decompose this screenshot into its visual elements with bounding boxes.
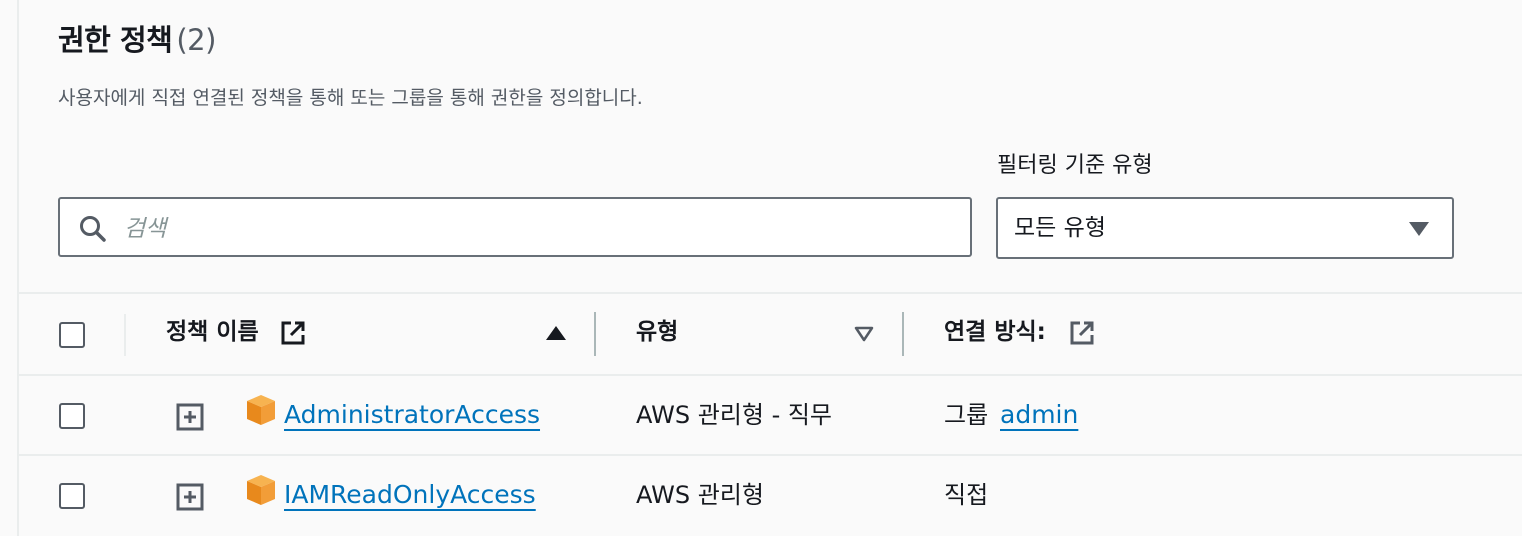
column-header-attached-via: 연결 방식: — [944, 319, 1046, 345]
policy-name-link[interactable]: AdministratorAccess — [284, 398, 540, 432]
search-icon — [80, 216, 106, 242]
policy-count: (2) — [176, 23, 216, 57]
sort-ascending-icon[interactable] — [545, 325, 567, 341]
column-divider[interactable] — [902, 312, 904, 356]
expand-plus-icon[interactable] — [176, 483, 204, 511]
column-divider[interactable] — [594, 312, 596, 356]
aws-managed-policy-icon — [247, 395, 275, 425]
expand-plus-icon[interactable] — [176, 403, 204, 431]
filter-type-select[interactable]: 모든 유형 — [996, 197, 1454, 259]
select-all-checkbox[interactable] — [59, 322, 85, 348]
row-checkbox[interactable] — [59, 483, 85, 509]
table-row: IAMReadOnlyAccess AWS 관리형 직접 — [19, 456, 1522, 534]
attached-via-prefix: 직접 — [944, 481, 989, 509]
section-header: 권한 정책 (2) — [58, 20, 216, 60]
attached-via-prefix: 그룹 — [944, 401, 989, 429]
policy-type: AWS 관리형 - 직무 — [636, 401, 833, 429]
caret-down-icon — [1409, 222, 1429, 236]
search-input[interactable] — [122, 209, 946, 249]
external-link-icon[interactable] — [1068, 319, 1096, 347]
policy-type: AWS 관리형 — [636, 481, 764, 509]
permissions-policies-panel: 권한 정책 (2) 사용자에게 직접 연결된 정책을 통해 또는 그룹을 통해 권… — [0, 0, 1522, 536]
policy-name-link[interactable]: IAMReadOnlyAccess — [284, 478, 536, 512]
filter-type-label: 필터링 기준 유형 — [997, 153, 1153, 178]
sort-unsorted-icon[interactable] — [854, 326, 874, 342]
search-field[interactable] — [58, 197, 972, 257]
section-description: 사용자에게 직접 연결된 정책을 통해 또는 그룹을 통해 권한을 정의합니다. — [58, 87, 643, 109]
section-title: 권한 정책 (2) — [58, 20, 216, 60]
row-checkbox[interactable] — [59, 403, 85, 429]
filter-type-selected: 모든 유형 — [1014, 215, 1106, 241]
aws-managed-policy-icon — [247, 475, 275, 505]
external-link-icon[interactable] — [279, 319, 307, 347]
column-divider — [124, 314, 126, 356]
column-header-policy-name[interactable]: 정책 이름 — [166, 316, 259, 348]
attached-group-link[interactable]: admin — [1000, 398, 1078, 432]
table-row: AdministratorAccess AWS 관리형 - 직무 그룹 admi… — [19, 376, 1522, 454]
table-header: 정책 이름 유형 연결 방식: — [19, 294, 1522, 374]
section-title-text: 권한 정책 — [58, 23, 173, 57]
column-header-type[interactable]: 유형 — [636, 316, 678, 348]
